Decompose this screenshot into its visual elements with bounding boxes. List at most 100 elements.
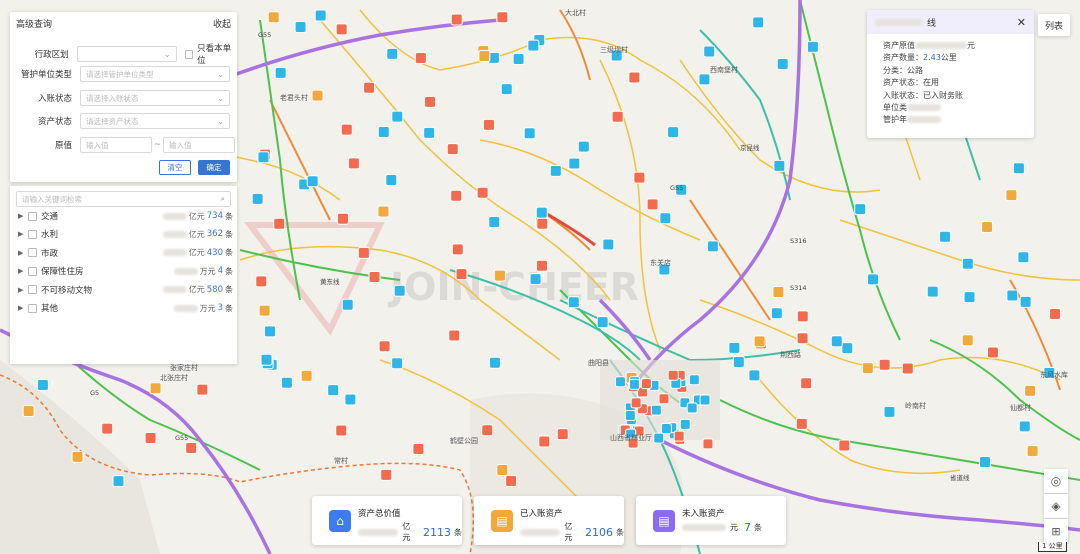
asset-marker[interactable] <box>728 341 741 354</box>
tree-item[interactable]: ▶ 水利 亿元 362 条 <box>18 226 233 242</box>
asset-marker[interactable] <box>386 47 399 60</box>
asset-marker[interactable] <box>257 151 270 164</box>
asset-marker[interactable] <box>1006 289 1019 302</box>
asset-marker[interactable] <box>628 71 641 84</box>
asset-marker[interactable] <box>878 358 891 371</box>
asset-marker[interactable] <box>450 189 463 202</box>
asset-marker[interactable] <box>71 450 84 463</box>
asset-marker[interactable] <box>624 410 636 422</box>
asset-marker[interactable] <box>549 164 562 177</box>
caret-right-icon[interactable]: ▶ <box>18 249 28 257</box>
asset-marker[interactable] <box>602 238 615 251</box>
asset-marker[interactable] <box>482 118 495 131</box>
asset-marker[interactable] <box>306 175 319 188</box>
asset-marker[interactable] <box>424 95 437 108</box>
asset-marker[interactable] <box>377 205 390 218</box>
asset-marker[interactable] <box>1026 445 1039 458</box>
asset-marker[interactable] <box>703 45 716 58</box>
asset-marker[interactable] <box>688 374 700 386</box>
asset-marker[interactable] <box>481 424 494 437</box>
entry-status-select[interactable]: 请选择入账状态 ⌄ <box>80 90 230 106</box>
asset-marker[interactable] <box>698 73 711 86</box>
asset-marker[interactable] <box>732 356 745 369</box>
asset-marker[interactable] <box>861 362 874 375</box>
asset-marker[interactable] <box>149 382 162 395</box>
caret-right-icon[interactable]: ▶ <box>18 212 28 220</box>
asset-marker[interactable] <box>926 285 939 298</box>
asset-marker[interactable] <box>679 418 691 430</box>
asset-marker[interactable] <box>630 397 642 409</box>
asset-marker[interactable] <box>883 405 896 418</box>
asset-marker[interactable] <box>280 376 293 389</box>
asset-marker[interactable] <box>496 11 509 24</box>
asset-marker[interactable] <box>263 325 276 338</box>
asset-marker[interactable] <box>327 384 340 397</box>
asset-marker[interactable] <box>854 203 867 216</box>
asset-marker[interactable] <box>391 357 404 370</box>
asset-marker[interactable] <box>476 186 489 199</box>
asset-marker[interactable] <box>391 110 404 123</box>
asset-marker[interactable] <box>667 126 680 139</box>
asset-marker[interactable] <box>772 285 785 298</box>
asset-marker[interactable] <box>335 23 348 36</box>
asset-marker[interactable] <box>556 428 569 441</box>
asset-marker[interactable] <box>800 377 813 390</box>
asset-marker[interactable] <box>363 81 376 94</box>
asset-marker[interactable] <box>796 332 809 345</box>
asset-marker[interactable] <box>340 123 353 136</box>
asset-marker[interactable] <box>423 126 436 139</box>
asset-marker[interactable] <box>567 296 580 309</box>
asset-marker[interactable] <box>488 215 501 228</box>
checkbox-icon[interactable] <box>28 266 37 276</box>
asset-marker[interactable] <box>981 220 994 233</box>
asset-marker[interactable] <box>660 422 672 434</box>
asset-marker[interactable] <box>659 212 672 225</box>
tree-item[interactable]: ▶ 其他 万元 3 条 <box>18 300 233 316</box>
asset-marker[interactable] <box>961 257 974 270</box>
asset-marker[interactable] <box>300 369 313 382</box>
asset-marker[interactable] <box>650 404 662 416</box>
asset-marker[interactable] <box>414 52 427 65</box>
asset-marker[interactable] <box>478 50 491 63</box>
asset-marker[interactable] <box>273 217 286 230</box>
asset-marker[interactable] <box>393 284 406 297</box>
asset-marker[interactable] <box>752 16 765 29</box>
asset-marker[interactable] <box>1017 251 1030 264</box>
asset-marker[interactable] <box>753 335 766 348</box>
caret-right-icon[interactable]: ▶ <box>18 286 28 294</box>
district-select[interactable]: ⌄ <box>76 46 177 62</box>
asset-marker[interactable] <box>628 378 640 390</box>
value-max-input[interactable]: 输入值 <box>163 137 236 153</box>
asset-marker[interactable] <box>830 335 843 348</box>
asset-marker[interactable] <box>267 11 280 24</box>
asset-marker[interactable] <box>378 340 391 353</box>
asset-marker[interactable] <box>611 110 624 123</box>
asset-marker[interactable] <box>536 217 549 230</box>
asset-marker[interactable] <box>702 438 714 450</box>
summary-card[interactable]: ▤ 未入账资产元 7 条 <box>636 496 786 545</box>
collapse-button[interactable]: 收起 <box>213 17 231 30</box>
asset-marker[interactable] <box>185 442 198 455</box>
asset-marker[interactable] <box>614 376 626 388</box>
asset-marker[interactable] <box>368 271 381 284</box>
asset-marker[interactable] <box>596 316 609 329</box>
tree-item[interactable]: ▶ 保障性住房 万元 4 条 <box>18 263 233 279</box>
asset-marker[interactable] <box>22 405 35 418</box>
confirm-button[interactable]: 确定 <box>198 160 230 175</box>
summary-card[interactable]: ⌂ 资产总价值 亿元 2113 条 <box>312 496 462 545</box>
asset-marker[interactable] <box>770 307 783 320</box>
asset-marker[interactable] <box>796 310 809 323</box>
checkbox-icon[interactable] <box>28 248 37 258</box>
asset-marker[interactable] <box>347 157 360 170</box>
checkbox-icon[interactable] <box>28 211 37 221</box>
asset-marker[interactable] <box>986 346 999 359</box>
asset-marker[interactable] <box>493 269 506 282</box>
asset-marker[interactable] <box>795 417 808 430</box>
asset-marker[interactable] <box>686 402 698 414</box>
asset-marker[interactable] <box>523 127 536 140</box>
asset-marker[interactable] <box>568 157 581 170</box>
summary-card[interactable]: ▤ 已入账资产 亿元 2106 条 <box>474 496 624 545</box>
asset-marker[interactable] <box>653 432 665 444</box>
asset-marker[interactable] <box>512 53 525 66</box>
asset-marker[interactable] <box>335 424 348 437</box>
